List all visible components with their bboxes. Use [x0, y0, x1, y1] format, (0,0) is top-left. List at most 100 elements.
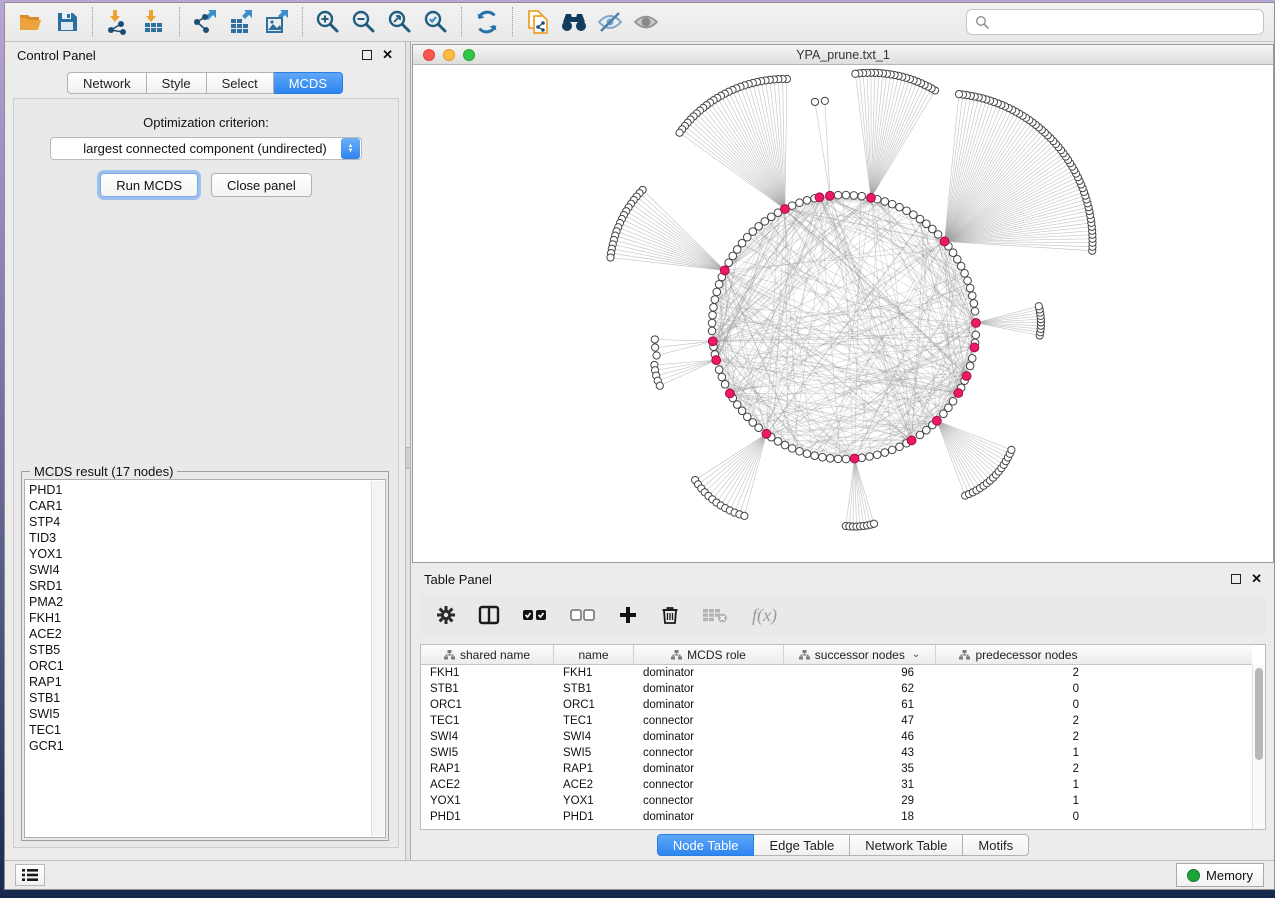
- cell[interactable]: TEC1: [554, 713, 634, 729]
- cell[interactable]: dominator: [634, 729, 784, 745]
- tab-node-table[interactable]: Node Table: [657, 834, 755, 856]
- table-row[interactable]: SWI5SWI5connector431: [421, 745, 1252, 761]
- table-row[interactable]: PHD1PHD1dominator180: [421, 809, 1252, 825]
- cell[interactable]: YOX1: [554, 793, 634, 809]
- select-all-checkboxes-icon[interactable]: [522, 607, 548, 623]
- memory-button[interactable]: Memory: [1176, 863, 1264, 887]
- column-header-predecessor-nodes[interactable]: predecessor nodes: [936, 645, 1101, 664]
- mcds-result-item[interactable]: TID3: [29, 530, 369, 546]
- cell[interactable]: 46: [784, 729, 936, 745]
- table-row[interactable]: RAP1RAP1dominator352: [421, 761, 1252, 777]
- mcds-result-item[interactable]: CAR1: [29, 498, 369, 514]
- export-table-button[interactable]: [223, 6, 259, 38]
- cell[interactable]: STB1: [421, 681, 554, 697]
- mcds-result-list[interactable]: PHD1CAR1STP4TID3YOX1SWI4SRD1PMA2FKH1ACE2…: [24, 479, 386, 838]
- export-image-button[interactable]: [259, 6, 295, 38]
- mcds-result-item[interactable]: PHD1: [29, 482, 369, 498]
- float-table-panel-icon[interactable]: [1231, 574, 1241, 584]
- cell[interactable]: PHD1: [554, 809, 634, 825]
- cell[interactable]: dominator: [634, 809, 784, 825]
- close-panel-icon[interactable]: ✕: [382, 50, 393, 60]
- network-graph[interactable]: [413, 65, 1273, 562]
- zoom-fit-button[interactable]: [382, 6, 418, 38]
- cell[interactable]: 61: [784, 697, 936, 713]
- cell[interactable]: RAP1: [421, 761, 554, 777]
- table-row[interactable]: SWI4SWI4dominator462: [421, 729, 1252, 745]
- export-network-button[interactable]: [187, 6, 223, 38]
- mcds-result-item[interactable]: STB5: [29, 642, 369, 658]
- mcds-result-item[interactable]: TEC1: [29, 722, 369, 738]
- table-scrollbar-thumb[interactable]: [1255, 668, 1263, 760]
- tab-motifs[interactable]: Motifs: [963, 834, 1029, 856]
- mcds-result-item[interactable]: STP4: [29, 514, 369, 530]
- cell[interactable]: PHD1: [421, 809, 554, 825]
- function-builder-icon[interactable]: f(x): [750, 604, 784, 626]
- tab-style[interactable]: Style: [147, 72, 207, 94]
- zoom-selected-button[interactable]: [418, 6, 454, 38]
- close-table-panel-icon[interactable]: ✕: [1251, 574, 1262, 584]
- tab-mcds[interactable]: MCDS: [274, 72, 343, 94]
- search-input[interactable]: [996, 15, 1255, 29]
- zoom-in-button[interactable]: [310, 6, 346, 38]
- cell[interactable]: 47: [784, 713, 936, 729]
- result-list-scrollbar[interactable]: [371, 481, 384, 836]
- cell[interactable]: SWI5: [421, 745, 554, 761]
- cell[interactable]: SWI5: [554, 745, 634, 761]
- criterion-dropdown[interactable]: largest connected component (undirected)…: [50, 137, 362, 160]
- cell[interactable]: 62: [784, 681, 936, 697]
- clone-network-button[interactable]: [520, 6, 556, 38]
- cell[interactable]: STB1: [554, 681, 634, 697]
- mcds-result-item[interactable]: SRD1: [29, 578, 369, 594]
- cell[interactable]: 29: [784, 793, 936, 809]
- cell[interactable]: 1: [936, 777, 1101, 793]
- mcds-result-item[interactable]: FKH1: [29, 610, 369, 626]
- import-network-button[interactable]: [100, 6, 136, 38]
- save-session-button[interactable]: [49, 6, 85, 38]
- table-row[interactable]: STB1STB1dominator620: [421, 681, 1252, 697]
- task-history-button[interactable]: [15, 864, 45, 886]
- tab-network[interactable]: Network: [67, 72, 147, 94]
- cell[interactable]: ACE2: [554, 777, 634, 793]
- cell[interactable]: connector: [634, 745, 784, 761]
- tab-edge-table[interactable]: Edge Table: [754, 834, 850, 856]
- mcds-result-item[interactable]: SWI5: [29, 706, 369, 722]
- cell[interactable]: 2: [936, 761, 1101, 777]
- cell[interactable]: dominator: [634, 761, 784, 777]
- table-scrollbar[interactable]: [1252, 665, 1265, 829]
- deselect-all-checkboxes-icon[interactable]: [570, 607, 596, 623]
- cell[interactable]: connector: [634, 793, 784, 809]
- cell[interactable]: ORC1: [421, 697, 554, 713]
- show-details-button[interactable]: [628, 6, 664, 38]
- split-panel-icon[interactable]: [478, 605, 500, 625]
- cell[interactable]: 31: [784, 777, 936, 793]
- cell[interactable]: 18: [784, 809, 936, 825]
- cell[interactable]: ORC1: [554, 697, 634, 713]
- mcds-result-item[interactable]: STB1: [29, 690, 369, 706]
- cell[interactable]: SWI4: [421, 729, 554, 745]
- column-header-MCDS-role[interactable]: MCDS role: [634, 645, 784, 664]
- cell[interactable]: 2: [936, 665, 1101, 681]
- run-mcds-button[interactable]: Run MCDS: [100, 173, 198, 197]
- tab-select[interactable]: Select: [207, 72, 274, 94]
- table-row[interactable]: YOX1YOX1connector291: [421, 793, 1252, 809]
- delete-column-icon[interactable]: [660, 605, 680, 625]
- mcds-result-item[interactable]: GCR1: [29, 738, 369, 754]
- cell[interactable]: 2: [936, 729, 1101, 745]
- cell[interactable]: 2: [936, 713, 1101, 729]
- cell[interactable]: connector: [634, 777, 784, 793]
- tab-network-table[interactable]: Network Table: [850, 834, 963, 856]
- add-column-icon[interactable]: [618, 605, 638, 625]
- cell[interactable]: RAP1: [554, 761, 634, 777]
- cell[interactable]: 96: [784, 665, 936, 681]
- column-header-name[interactable]: name: [554, 645, 634, 664]
- network-window-titlebar[interactable]: YPA_prune.txt_1: [413, 45, 1273, 65]
- table-row[interactable]: TEC1TEC1connector472: [421, 713, 1252, 729]
- cell[interactable]: ACE2: [421, 777, 554, 793]
- cell[interactable]: 0: [936, 681, 1101, 697]
- cell[interactable]: 35: [784, 761, 936, 777]
- mcds-result-item[interactable]: PMA2: [29, 594, 369, 610]
- mcds-result-item[interactable]: YOX1: [29, 546, 369, 562]
- cell[interactable]: dominator: [634, 665, 784, 681]
- cell[interactable]: 0: [936, 809, 1101, 825]
- refresh-button[interactable]: [469, 6, 505, 38]
